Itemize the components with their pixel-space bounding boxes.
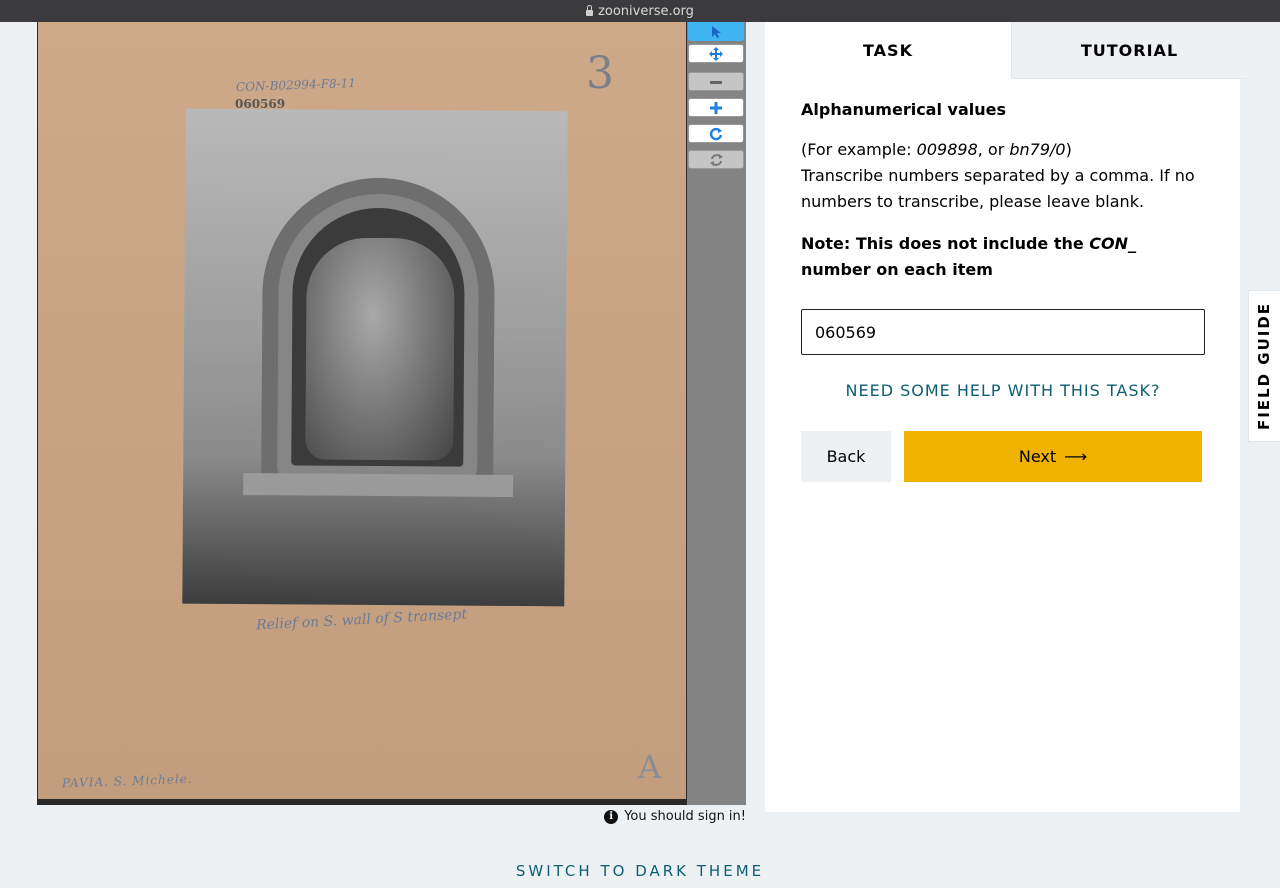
field-guide-label: FIELD GUIDE <box>1255 301 1274 431</box>
reset-view-button[interactable] <box>688 150 744 169</box>
annotate-tool-button[interactable] <box>688 22 744 41</box>
reset-icon <box>709 153 723 166</box>
move-icon <box>709 46 723 61</box>
example-value-1: 009898 <box>916 140 978 159</box>
zoom-out-button[interactable] <box>688 72 744 91</box>
handwritten-location: PAVIA. S. Michele. <box>61 771 193 791</box>
plus-icon <box>710 101 722 114</box>
help-link[interactable]: NEED SOME HELP WITH THIS TASK? <box>801 381 1205 400</box>
relief-photograph <box>182 108 568 607</box>
example-separator: , or <box>977 140 1010 159</box>
back-button[interactable]: Back <box>801 431 891 482</box>
sign-in-notice: i You should sign in! <box>604 809 746 824</box>
zoom-in-button[interactable] <box>688 98 744 117</box>
handwritten-corner-letter: A <box>638 748 662 786</box>
handwritten-caption: Relief on S. wall of S transept <box>255 606 468 634</box>
lock-icon <box>586 4 594 16</box>
madonna-child-relief <box>305 237 455 461</box>
example-prefix: (For example: <box>801 140 917 159</box>
url-text: zooniverse.org <box>598 3 694 19</box>
rotate-button[interactable] <box>688 124 744 143</box>
note-prefix: Note: This does not include the <box>801 234 1090 253</box>
task-title: Alphanumerical values <box>801 100 1006 119</box>
example-value-2: bn79/0 <box>1009 140 1066 159</box>
next-button[interactable]: Next ⟶ <box>904 431 1202 482</box>
switch-theme-link[interactable]: SWITCH TO DARK THEME <box>0 862 1280 880</box>
example-suffix: ) <box>1065 140 1072 159</box>
next-button-label: Next <box>1018 447 1057 466</box>
pointer-icon <box>712 25 721 38</box>
rotate-icon <box>709 127 723 140</box>
note-emphasis: CON_ <box>1089 234 1137 253</box>
answer-input[interactable] <box>801 309 1205 355</box>
tab-tutorial[interactable]: TUTORIAL <box>1011 22 1247 79</box>
task-tabs: TASK TUTORIAL <box>765 22 1247 79</box>
handwritten-corner-number: 3 <box>586 48 614 99</box>
info-icon: i <box>604 809 619 824</box>
sign-in-notice-text: You should sign in! <box>624 809 746 824</box>
arrow-right-icon: ⟶ <box>1064 447 1088 466</box>
field-guide-tab[interactable]: FIELD GUIDE <box>1248 290 1280 442</box>
task-content: Alphanumerical values (For example: 0098… <box>801 100 1211 283</box>
browser-url-bar[interactable]: zooniverse.org <box>0 0 1280 22</box>
subject-viewer[interactable]: CON-B02994-F8-11 060569 3 Relief on S. w… <box>37 22 687 805</box>
niche-ledge <box>243 473 514 497</box>
task-instruction: Transcribe numbers separated by a comma.… <box>801 166 1195 211</box>
handwritten-code: CON-B02994-F8-11 <box>235 75 357 95</box>
task-note: Note: This does not include the CON_ num… <box>801 231 1211 283</box>
note-suffix: number on each item <box>801 260 993 279</box>
card-bottom-edge <box>38 799 686 804</box>
viewer-toolbar <box>687 22 746 805</box>
tab-task[interactable]: TASK <box>765 22 1011 79</box>
move-tool-button[interactable] <box>688 44 744 63</box>
task-description: (For example: 009898, or bn79/0) Transcr… <box>801 137 1211 215</box>
minus-icon <box>710 80 722 84</box>
